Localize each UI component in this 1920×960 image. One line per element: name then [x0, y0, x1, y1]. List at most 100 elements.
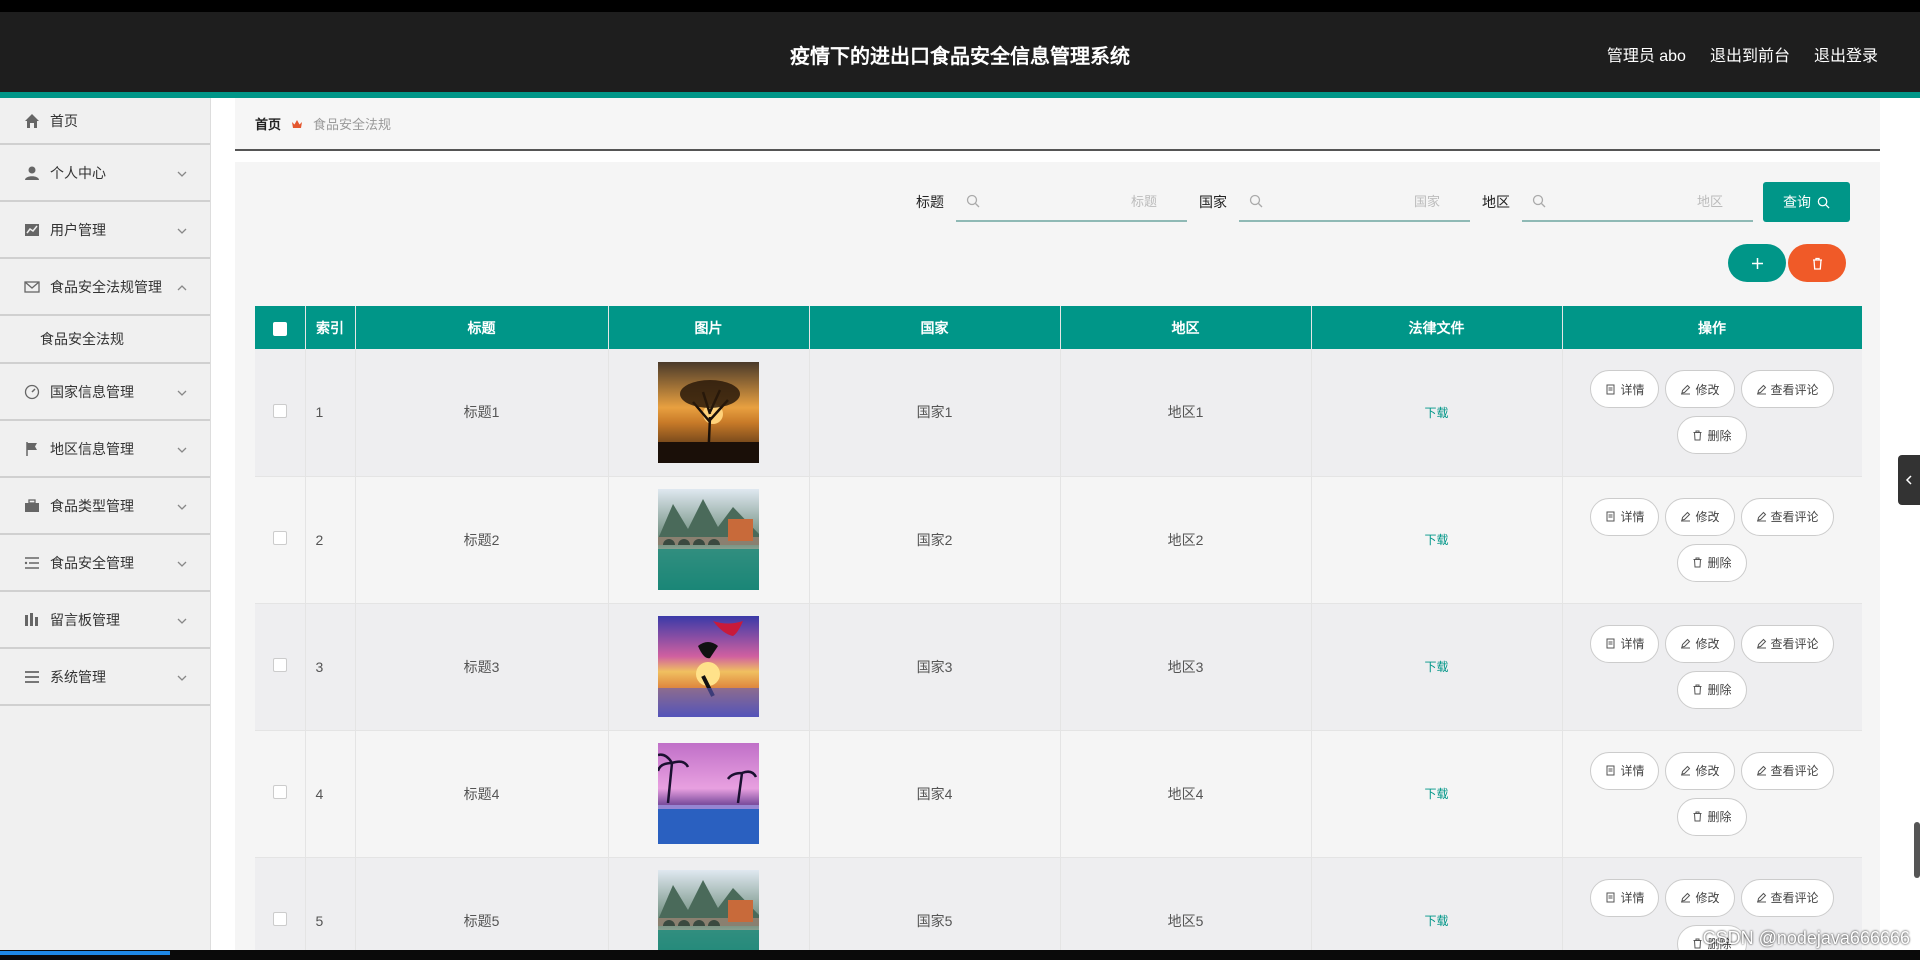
scrollbar-thumb[interactable] — [1914, 822, 1920, 878]
header-select-all[interactable] — [255, 306, 306, 349]
sidebar-item-label: 食品安全法规管理 — [50, 278, 162, 295]
view-comments-button[interactable]: 查看评论 — [1740, 878, 1834, 917]
document-icon — [1606, 638, 1615, 649]
chevron-up-icon — [176, 281, 188, 293]
sidebar-item-region[interactable]: 地区信息管理 — [0, 421, 210, 478]
logout-link[interactable]: 退出登录 — [1814, 42, 1878, 66]
delete-button[interactable]: 删除 — [1677, 797, 1747, 836]
row-checkbox[interactable] — [272, 785, 287, 799]
breadcrumb-home[interactable]: 首页 — [255, 114, 281, 133]
row-ops-cell: 详情 修改 查看评论删除 — [1562, 603, 1862, 731]
row-checkbox[interactable] — [272, 658, 287, 672]
header-image: 图片 — [608, 306, 810, 349]
search-icon — [1817, 196, 1830, 209]
search-region-input[interactable] — [1522, 182, 1753, 220]
delete-button[interactable]: 删除 — [1677, 543, 1747, 582]
query-button-label: 查询 — [1783, 194, 1811, 210]
admin-label[interactable]: 管理员 abo — [1607, 42, 1686, 66]
row-checkbox[interactable] — [272, 531, 287, 545]
thumbnail-image[interactable] — [658, 616, 759, 717]
dashboard-icon — [24, 384, 40, 400]
edit-button[interactable]: 修改 — [1665, 370, 1735, 409]
sidebar-item-profile[interactable]: 个人中心 — [0, 145, 210, 202]
view-comments-button[interactable]: 查看评论 — [1740, 624, 1834, 663]
detail-button[interactable]: 详情 — [1590, 751, 1660, 790]
edit-button[interactable]: 修改 — [1665, 751, 1735, 790]
row-checkbox[interactable] — [272, 403, 287, 418]
row-select-cell — [255, 349, 306, 477]
delete-button[interactable]: 删除 — [1677, 416, 1747, 455]
row-file-cell: 下载 — [1311, 476, 1563, 604]
thumbnail-image[interactable] — [658, 361, 759, 463]
search-country-input[interactable] — [1239, 182, 1470, 220]
trash-icon — [1812, 257, 1822, 270]
thumbnail-image[interactable] — [658, 870, 759, 950]
row-country: 国家5 — [809, 857, 1061, 950]
sidebar-item-food-type[interactable]: 食品类型管理 — [0, 478, 210, 535]
edit-button[interactable]: 修改 — [1665, 497, 1735, 536]
data-table: 索引 标题 图片 国家 地区 法律文件 操作 1 标题1 国家1 地区1 下载 详情 修改查… — [255, 306, 1862, 950]
download-link[interactable]: 下载 — [1424, 406, 1448, 420]
sidebar-subitem-food-law[interactable]: 食品安全法规 — [0, 316, 210, 364]
row-image-cell — [608, 603, 810, 731]
row-operations: 详情 修改 查看评论删除 — [1577, 497, 1847, 582]
edit-label: 修改 — [1695, 764, 1720, 778]
search-title-label: 标题 — [916, 194, 944, 210]
edit-label: 修改 — [1695, 637, 1720, 651]
detail-label: 详情 — [1620, 382, 1645, 397]
row-image-cell — [608, 476, 810, 604]
detail-button[interactable]: 详情 — [1590, 878, 1660, 917]
list-icon — [24, 555, 40, 571]
edit-label: 修改 — [1695, 891, 1720, 905]
delete-button[interactable]: 删除 — [1677, 670, 1747, 709]
download-link[interactable]: 下载 — [1424, 787, 1448, 801]
row-select-cell — [255, 857, 306, 950]
sidebar-item-message-board[interactable]: 留言板管理 — [0, 592, 210, 649]
sidebar-item-users[interactable]: 用户管理 — [0, 202, 210, 259]
sidebar-item-country[interactable]: 国家信息管理 — [0, 364, 210, 421]
query-button[interactable]: 查询 — [1763, 182, 1850, 222]
row-title: 标题2 — [355, 476, 609, 604]
row-checkbox[interactable] — [272, 912, 287, 926]
sidebar-item-home[interactable]: 首页 — [0, 98, 210, 145]
row-index: 3 — [305, 603, 356, 731]
view-comments-button[interactable]: 查看评论 — [1740, 497, 1834, 536]
detail-button[interactable]: 详情 — [1590, 624, 1660, 663]
add-button[interactable] — [1728, 244, 1786, 282]
thumbnail-image[interactable] — [658, 743, 759, 844]
download-link[interactable]: 下载 — [1424, 533, 1448, 547]
row-index: 2 — [305, 476, 356, 604]
batch-delete-button[interactable] — [1788, 244, 1846, 282]
comments-label: 查看评论 — [1770, 764, 1819, 778]
trash-icon — [1693, 557, 1702, 568]
edit-button[interactable]: 修改 — [1665, 624, 1735, 663]
download-link[interactable]: 下载 — [1424, 660, 1448, 674]
detail-button[interactable]: 详情 — [1590, 497, 1660, 536]
sidebar-item-food-law-management[interactable]: 食品安全法规管理 — [0, 259, 210, 316]
detail-button[interactable]: 详情 — [1590, 370, 1660, 409]
row-title: 标题1 — [355, 349, 609, 477]
chevron-down-icon — [176, 443, 188, 455]
collapse-tab[interactable] — [1898, 455, 1920, 505]
download-link[interactable]: 下载 — [1424, 914, 1448, 928]
select-all-checkbox[interactable] — [272, 321, 287, 336]
row-ops-cell: 详情 修改 查看评论删除 — [1562, 476, 1862, 604]
edit-button[interactable]: 修改 — [1665, 878, 1735, 917]
sidebar-item-system[interactable]: 系统管理 — [0, 649, 210, 706]
detail-label: 详情 — [1620, 510, 1645, 524]
comments-label: 查看评论 — [1770, 891, 1819, 905]
view-comments-button[interactable]: 查看评论 — [1740, 370, 1834, 409]
table-row: 5 标题5 国家5 地区5 下载 详情 修改 查看评论 删除 — [255, 857, 1862, 950]
row-region: 地区3 — [1060, 603, 1312, 731]
sidebar-item-food-safety[interactable]: 食品安全管理 — [0, 535, 210, 592]
thumbnail-image[interactable] — [658, 489, 759, 590]
search-title-input[interactable] — [956, 182, 1187, 220]
header-legal-file: 法律文件 — [1311, 306, 1563, 349]
row-index: 1 — [305, 349, 356, 477]
top-header: 疫情下的进出口食品安全信息管理系统 管理员 abo 退出到前台 退出登录 — [0, 12, 1920, 92]
view-comments-button[interactable]: 查看评论 — [1740, 751, 1834, 790]
back-front-link[interactable]: 退出到前台 — [1710, 42, 1790, 66]
row-operations: 详情 修改 查看评论删除 — [1577, 624, 1847, 709]
chart-icon — [24, 222, 40, 238]
row-ops-cell: 详情 修改 查看评论删除 — [1562, 730, 1862, 858]
